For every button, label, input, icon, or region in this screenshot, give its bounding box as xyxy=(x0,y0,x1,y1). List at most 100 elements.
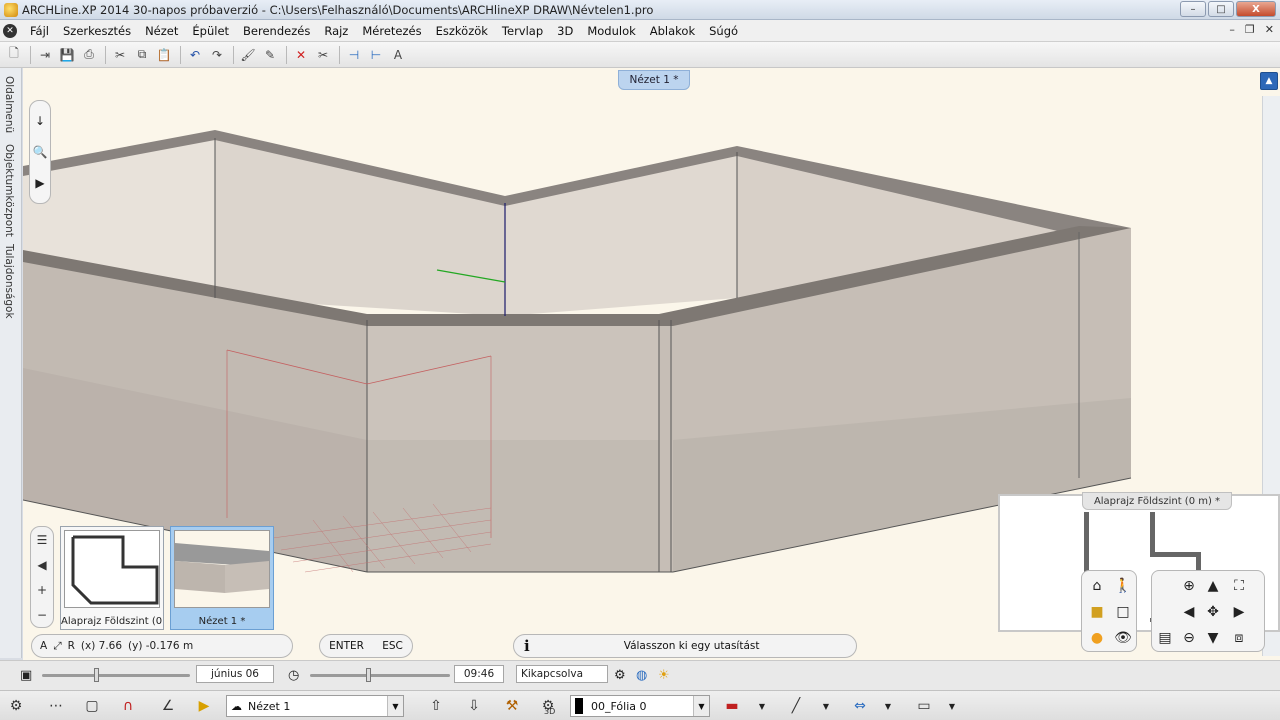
menu-dimension[interactable]: Méretezés xyxy=(355,24,428,38)
menu-file[interactable]: Fájl xyxy=(23,24,56,38)
settings-sun-icon[interactable]: ⚙ xyxy=(614,665,626,686)
angle-icon[interactable]: ∠ xyxy=(156,695,180,717)
layer-combo[interactable]: 00_Fólia 0 ▼ xyxy=(570,695,710,717)
relative-icon[interactable]: R xyxy=(68,640,75,652)
orbit-icon[interactable]: ✥ xyxy=(1202,601,1224,623)
minimize-button[interactable]: – xyxy=(1180,1,1206,17)
chevron-down-icon[interactable]: ▼ xyxy=(818,695,834,717)
remove-icon[interactable]: − xyxy=(37,608,47,622)
esc-key[interactable]: ESC xyxy=(382,640,403,652)
solid-cube-icon[interactable]: ■ xyxy=(1086,601,1108,623)
grid-icon[interactable]: ⋯ xyxy=(44,695,68,717)
move-up-icon[interactable]: ⇧ xyxy=(424,695,448,717)
date-field[interactable]: június 06 xyxy=(196,665,274,683)
archline-logo-icon[interactable]: ✕ xyxy=(3,23,17,38)
chevron-down-icon[interactable]: ▼ xyxy=(387,696,403,716)
doc-minimize-button[interactable]: – xyxy=(1229,23,1235,36)
new-file-icon[interactable]: 🗋 xyxy=(4,45,24,65)
cut-icon[interactable]: ✂ xyxy=(110,45,130,65)
move-down-icon[interactable]: ⇩ xyxy=(462,695,486,717)
menu-furniture[interactable]: Berendezés xyxy=(236,24,317,38)
thumbnail-3d-view[interactable]: Nézet 1 * xyxy=(170,526,274,630)
pan-up-icon[interactable]: ▲ xyxy=(1202,575,1224,597)
shadow-mode-select[interactable]: Kikapcsolva xyxy=(516,665,608,683)
time-field[interactable]: 09:46 xyxy=(454,665,504,683)
doc-close-button[interactable]: ✕ xyxy=(1265,23,1274,36)
axis-icon[interactable]: ⤢ xyxy=(53,640,61,653)
wire-cube-icon[interactable]: □ xyxy=(1112,601,1134,623)
menu-help[interactable]: Súgó xyxy=(702,24,745,38)
menu-layout[interactable]: Tervlap xyxy=(495,24,550,38)
view-combo[interactable]: ☁ Nézet 1 ▼ xyxy=(226,695,404,717)
zoom-extents-icon[interactable]: ⛶ xyxy=(1228,575,1250,597)
menu-building[interactable]: Épület xyxy=(185,24,236,38)
time-slider[interactable] xyxy=(310,674,450,677)
save-icon[interactable]: 💾 xyxy=(57,45,77,65)
folder-arrow-icon[interactable]: ▶ xyxy=(192,695,216,717)
list-icon[interactable]: ☰ xyxy=(37,533,48,547)
chevron-down-icon[interactable]: ▼ xyxy=(754,695,770,717)
trim-icon[interactable]: ✂ xyxy=(313,45,333,65)
date-slider[interactable] xyxy=(42,674,190,677)
hammer-3d-icon[interactable]: ⚒ xyxy=(500,695,524,717)
redo-icon[interactable]: ↷ xyxy=(207,45,227,65)
chevron-down-icon[interactable]: ▼ xyxy=(944,695,960,717)
align-icon[interactable]: ⊣ xyxy=(344,45,364,65)
house-view-icon[interactable]: ⌂ xyxy=(1086,575,1108,597)
thumbnail-floor-plan[interactable]: Alaprajz Földszint (0 m xyxy=(60,526,164,630)
text-style-icon[interactable]: A xyxy=(388,45,408,65)
sun-light-icon[interactable]: ☀ xyxy=(658,665,670,686)
play-icon[interactable]: ▶ xyxy=(35,176,44,190)
collapse-panel-icon[interactable]: ▲ xyxy=(1260,72,1278,90)
zoom-in-icon[interactable]: ⊕ xyxy=(1178,575,1200,597)
menu-view[interactable]: Nézet xyxy=(138,24,185,38)
distribute-icon[interactable]: ⊢ xyxy=(366,45,386,65)
menu-tools[interactable]: Eszközök xyxy=(429,24,495,38)
maximize-button[interactable]: □ xyxy=(1208,1,1234,17)
menu-modules[interactable]: Modulok xyxy=(580,24,642,38)
pan-right-icon[interactable]: ▶ xyxy=(1228,601,1250,623)
snap-icon[interactable]: A xyxy=(40,640,47,652)
calendar-icon[interactable]: ▣ xyxy=(20,665,32,686)
sun-settings-bar: ▣ június 06 ◷ 09:46 Kikapcsolva ⚙ ◍ ☀ xyxy=(0,660,1280,690)
eyedropper-icon[interactable]: ✎ xyxy=(260,45,280,65)
tab-properties[interactable]: Tulajdonságok xyxy=(3,244,15,319)
tab-object-center[interactable]: Objektumközpont xyxy=(3,144,15,237)
undo-icon[interactable]: ↶ xyxy=(185,45,205,65)
line-weight-icon[interactable]: ⇔ xyxy=(848,695,872,717)
line-style-icon[interactable]: ╱ xyxy=(784,695,808,717)
menu-draw[interactable]: Rajz xyxy=(317,24,355,38)
print-icon[interactable]: ⎙ xyxy=(79,45,99,65)
view-tab[interactable]: Nézet 1 * xyxy=(618,70,690,90)
copy-icon[interactable]: ⧉ xyxy=(132,45,152,65)
settings-gear-icon[interactable]: ⚙ xyxy=(4,695,28,717)
fill-icon[interactable]: ▭ xyxy=(912,695,936,717)
walk-icon[interactable]: 🚶 xyxy=(1112,575,1134,597)
date-slider-knob[interactable] xyxy=(94,668,99,682)
clock-icon[interactable]: ◷ xyxy=(288,665,299,686)
brush-icon[interactable]: 🖌 xyxy=(238,45,258,65)
arrow-down-icon[interactable]: ↓ xyxy=(35,114,45,128)
close-button[interactable]: X xyxy=(1236,1,1276,17)
magnet-icon[interactable]: ∩ xyxy=(116,695,140,717)
tab-side-menu[interactable]: Oldalmenü xyxy=(3,76,15,133)
pan-left-icon[interactable]: ◀ xyxy=(1178,601,1200,623)
import-icon[interactable]: ⇥ xyxy=(35,45,55,65)
doc-restore-button[interactable]: ❐ xyxy=(1245,23,1255,36)
globe-icon[interactable]: ◍ xyxy=(636,665,647,686)
time-slider-knob[interactable] xyxy=(366,668,371,682)
enter-key[interactable]: ENTER xyxy=(329,640,364,652)
menu-3d[interactable]: 3D xyxy=(550,24,580,38)
chevron-down-icon[interactable]: ▼ xyxy=(693,696,709,716)
chevron-down-icon[interactable]: ▼ xyxy=(880,695,896,717)
layers-book-icon[interactable]: ▬ xyxy=(720,695,744,717)
frame-icon[interactable]: ▢ xyxy=(80,695,104,717)
add-icon[interactable]: + xyxy=(37,583,47,597)
paste-icon[interactable]: 📋 xyxy=(154,45,174,65)
menu-windows[interactable]: Ablakok xyxy=(643,24,702,38)
delete-icon[interactable]: ✕ xyxy=(291,45,311,65)
minimap-tab[interactable]: Alaprajz Földszint (0 m) * xyxy=(1082,492,1232,510)
zoom-icon[interactable]: 🔍 xyxy=(33,145,48,159)
prev-icon[interactable]: ◀ xyxy=(37,558,46,572)
menu-edit[interactable]: Szerkesztés xyxy=(56,24,138,38)
